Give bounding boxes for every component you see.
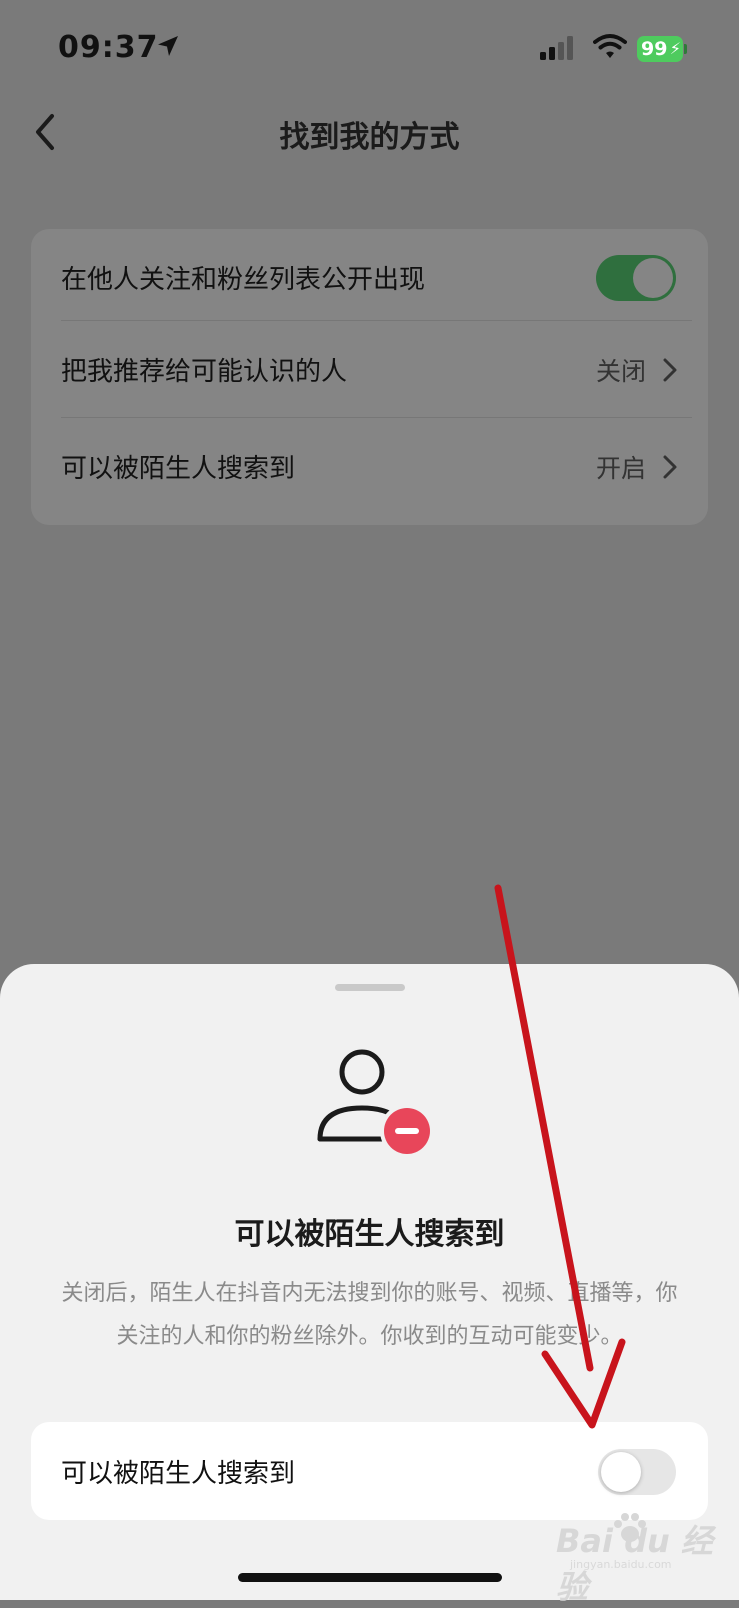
person-remove-icon [317,1049,434,1158]
location-arrow-icon [158,36,178,56]
charging-bolt-icon: ⚡ [669,39,681,58]
watermark-site: jingyan.baidu.com [570,1558,672,1571]
status-time: 09:37 [58,30,159,65]
toggle-knob [633,258,673,298]
battery-indicator: 99 ⚡ [637,36,683,62]
chevron-right-icon [663,455,677,479]
chevron-right-icon [663,358,677,382]
toggle-knob [601,1452,641,1492]
sheet-title: 可以被陌生人搜索到 [234,1217,505,1252]
bottom-sheet: 可以被陌生人搜索到 关闭后，陌生人在抖音内无法搜到你的账号、视频、直播等，你关注… [0,964,739,1600]
cellular-signal-icon [540,36,573,60]
stranger-search-label: 可以被陌生人搜索到 [61,1459,296,1489]
stranger-search-toggle[interactable] [598,1449,676,1495]
settings-row-value: 关闭 [595,357,646,386]
settings-row-label: 可以被陌生人搜索到 [61,454,296,484]
paw-logo-icon [614,1513,646,1542]
settings-row-label: 把我推荐给可能认识的人 [61,357,348,387]
status-bar: 09:37 99 ⚡ [0,0,739,100]
wifi-icon [593,34,627,58]
settings-row-label: 在他人关注和粉丝列表公开出现 [61,265,426,295]
settings-card: 在他人关注和粉丝列表公开出现 把我推荐给可能认识的人 关闭 可以被陌生人搜索到 … [31,229,708,525]
settings-row-value: 开启 [595,454,646,483]
battery-cap [684,44,687,54]
battery-level: 99 [641,38,668,60]
sheet-description: 关闭后，陌生人在抖音内无法搜到你的账号、视频、直播等，你关注的人和你的粉丝除外。… [61,1281,678,1349]
sheet-grabber[interactable] [335,984,405,991]
settings-row-recommend[interactable]: 把我推荐给可能认识的人 关闭 [31,321,708,419]
settings-row-public-lists[interactable]: 在他人关注和粉丝列表公开出现 [31,229,708,327]
public-lists-toggle[interactable] [596,255,676,301]
home-indicator[interactable] [238,1573,502,1582]
stranger-search-row[interactable]: 可以被陌生人搜索到 [31,1422,708,1520]
page-title: 找到我的方式 [279,120,460,155]
settings-row-stranger-search[interactable]: 可以被陌生人搜索到 开启 [31,418,708,516]
